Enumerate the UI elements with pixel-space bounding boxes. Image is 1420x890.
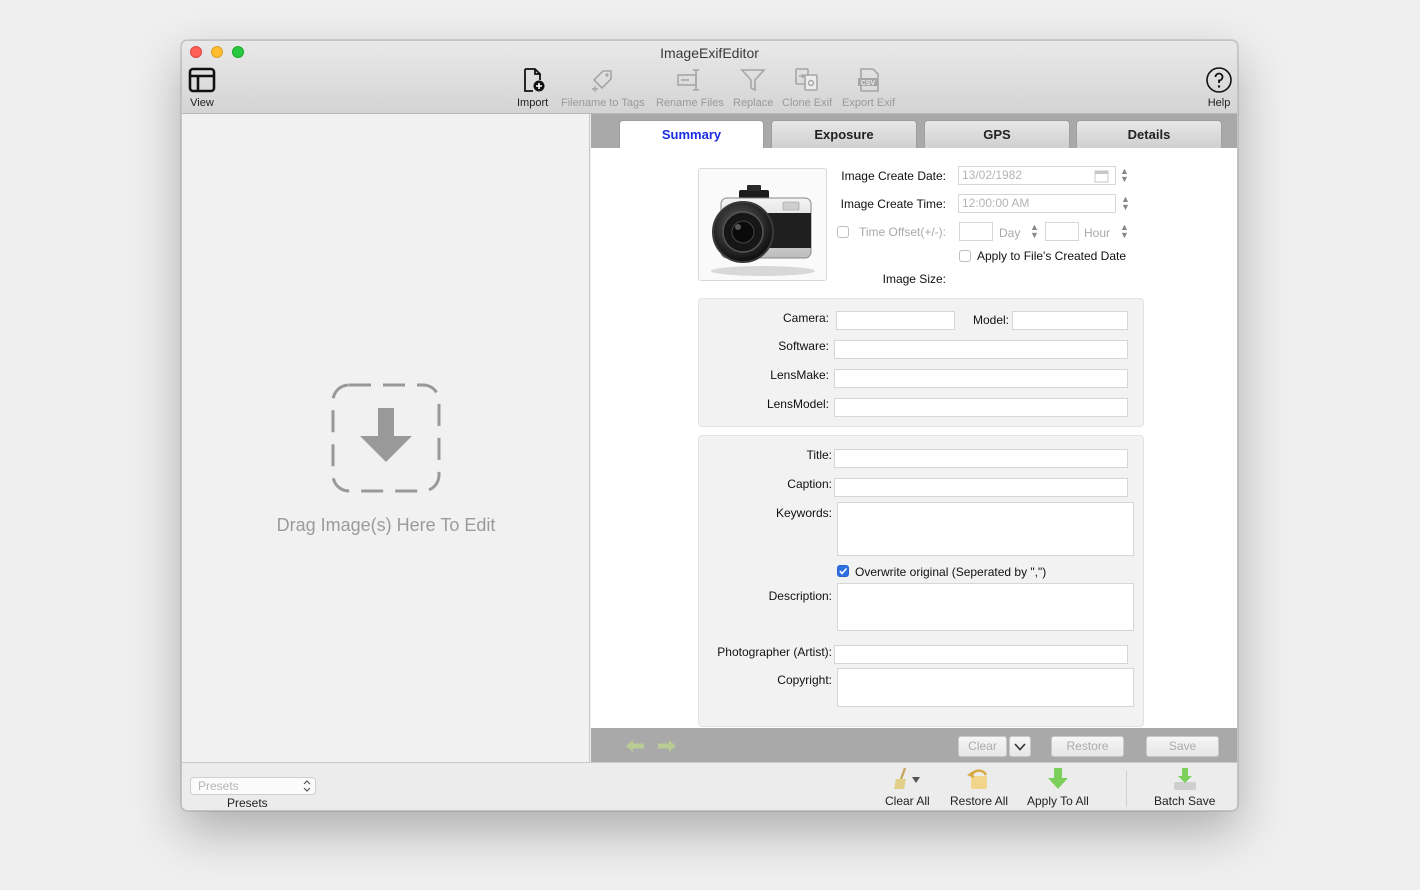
overwrite-label: Overwrite original (Seperated by ",") bbox=[855, 565, 1047, 579]
create-date-stepper[interactable]: ▲ ▼ bbox=[1120, 167, 1129, 185]
app-window: ImageExifEditor View Import Filename to … bbox=[181, 40, 1238, 811]
camera-label: Camera: bbox=[782, 311, 829, 325]
model-field[interactable] bbox=[1012, 311, 1128, 330]
restore-button[interactable]: Restore bbox=[1051, 736, 1124, 757]
day-label: Day bbox=[999, 226, 1021, 240]
export-exif-button[interactable]: CSV Export Exif bbox=[842, 65, 895, 109]
create-time-stepper[interactable]: ▲ ▼ bbox=[1121, 195, 1130, 213]
caption-field[interactable] bbox=[834, 478, 1128, 497]
toolbar: ImageExifEditor View Import Filename to … bbox=[182, 41, 1237, 114]
clone-files-icon bbox=[793, 65, 821, 95]
photographer-label: Photographer (Artist): bbox=[717, 645, 832, 659]
import-file-icon bbox=[519, 65, 547, 95]
model-label: Model: bbox=[972, 313, 1009, 327]
batch-save-button[interactable]: Batch Save bbox=[1154, 767, 1215, 808]
software-label: Software: bbox=[778, 339, 829, 353]
restore-all-button[interactable]: Restore All bbox=[950, 767, 1008, 808]
apply-file-date-label: Apply to File's Created Date bbox=[977, 249, 1127, 263]
tab-gps[interactable]: GPS bbox=[924, 120, 1070, 148]
sidebar-layout-icon bbox=[188, 65, 216, 95]
undo-restore-icon bbox=[967, 769, 988, 789]
updown-chevron-icon bbox=[303, 780, 311, 792]
save-button[interactable]: Save bbox=[1146, 736, 1219, 757]
hour-stepper[interactable]: ▲ ▼ bbox=[1120, 223, 1129, 241]
day-stepper[interactable]: ▲ ▼ bbox=[1030, 223, 1039, 241]
broom-icon bbox=[894, 767, 921, 789]
help-button[interactable]: Help bbox=[1205, 65, 1233, 109]
create-time-field[interactable]: 12:00:00 AM bbox=[958, 194, 1116, 213]
apply-to-all-button[interactable]: Apply To All bbox=[1027, 767, 1089, 808]
overwrite-checkbox[interactable] bbox=[837, 565, 849, 577]
footer-separator bbox=[1126, 771, 1127, 807]
tag-icon bbox=[589, 65, 617, 95]
photographer-field[interactable] bbox=[834, 645, 1128, 664]
download-tray-icon bbox=[1173, 768, 1196, 790]
title-field[interactable] bbox=[834, 449, 1128, 468]
keywords-label: Keywords: bbox=[775, 506, 832, 520]
export-csv-icon: CSV bbox=[855, 65, 883, 95]
summary-panel: Image Create Date: 13/02/1982 ▲ ▼ Image C… bbox=[591, 148, 1237, 728]
title-label: Title: bbox=[806, 448, 832, 462]
create-date-field[interactable]: 13/02/1982 bbox=[958, 166, 1116, 185]
apply-file-date-checkbox[interactable] bbox=[959, 250, 971, 262]
copyright-textarea[interactable] bbox=[837, 668, 1134, 707]
image-thumbnail[interactable] bbox=[698, 168, 827, 281]
rename-files-button[interactable]: Rename Files bbox=[656, 65, 724, 109]
clear-button[interactable]: Clear bbox=[958, 736, 1007, 757]
tab-details[interactable]: Details bbox=[1076, 120, 1222, 148]
green-down-arrow-icon bbox=[1047, 768, 1068, 789]
download-arrow-icon bbox=[330, 382, 442, 497]
presets-label: Presets bbox=[227, 796, 268, 810]
copyright-label: Copyright: bbox=[777, 673, 832, 687]
camera-field[interactable] bbox=[836, 311, 955, 330]
clear-all-button[interactable]: Clear All bbox=[885, 767, 930, 808]
footer-bar: Presets Presets Clear All Restore All Ap… bbox=[182, 762, 1237, 810]
next-arrow-icon[interactable] bbox=[657, 739, 677, 753]
lensmodel-label: LensModel: bbox=[766, 397, 829, 411]
time-offset-checkbox[interactable] bbox=[837, 226, 849, 238]
filter-funnel-icon bbox=[739, 65, 767, 95]
description-label: Description: bbox=[768, 589, 832, 603]
lensmake-label: LensMake: bbox=[770, 368, 829, 382]
create-time-label: Image Create Time: bbox=[840, 197, 946, 211]
clone-exif-button[interactable]: Clone Exif bbox=[782, 65, 832, 109]
previous-arrow-icon[interactable] bbox=[625, 739, 645, 753]
rename-cursor-icon bbox=[676, 65, 704, 95]
time-offset-label: Time Offset(+/-): bbox=[859, 225, 947, 239]
clear-menu-button[interactable] bbox=[1009, 736, 1031, 757]
window-title: ImageExifEditor bbox=[660, 45, 759, 61]
create-date-label: Image Create Date: bbox=[841, 169, 946, 183]
image-drop-zone[interactable]: Drag Image(s) Here To Edit bbox=[182, 114, 590, 762]
software-field[interactable] bbox=[834, 340, 1128, 359]
replace-button[interactable]: Replace bbox=[733, 65, 773, 109]
presets-popup[interactable]: Presets bbox=[190, 777, 316, 795]
tab-summary[interactable]: Summary bbox=[619, 120, 764, 148]
csv-badge-text: CSV bbox=[860, 80, 875, 87]
caption-label: Caption: bbox=[787, 477, 832, 491]
chevron-down-icon bbox=[1014, 743, 1026, 751]
help-question-icon bbox=[1205, 65, 1233, 95]
day-offset-field[interactable] bbox=[959, 222, 993, 241]
metadata-group: Title: Caption: Keywords: Overwrite orig… bbox=[698, 435, 1144, 727]
calendar-icon[interactable] bbox=[1094, 169, 1109, 183]
hour-offset-field[interactable] bbox=[1045, 222, 1079, 241]
hour-label: Hour bbox=[1084, 226, 1111, 240]
editor-pane: Summary Exposure GPS Details Image Creat… bbox=[591, 114, 1237, 762]
lensmake-field[interactable] bbox=[834, 369, 1128, 388]
camera-icon bbox=[711, 185, 815, 276]
view-button[interactable]: View bbox=[188, 65, 216, 109]
drop-hint-text: Drag Image(s) Here To Edit bbox=[276, 515, 496, 535]
image-size-label: Image Size: bbox=[882, 272, 946, 286]
keywords-textarea[interactable] bbox=[837, 502, 1134, 556]
filename-to-tags-button[interactable]: Filename to Tags bbox=[561, 65, 645, 109]
tab-exposure[interactable]: Exposure bbox=[771, 120, 917, 148]
import-button[interactable]: Import bbox=[517, 65, 548, 109]
tab-bar: Summary Exposure GPS Details bbox=[591, 114, 1237, 148]
lensmodel-field[interactable] bbox=[834, 398, 1128, 417]
description-textarea[interactable] bbox=[837, 583, 1134, 631]
checkmark-icon bbox=[839, 567, 848, 575]
camera-info-group: Camera: Model: Software: LensMake: LensM… bbox=[698, 298, 1144, 427]
editor-action-bar: Clear Restore Save bbox=[591, 728, 1237, 762]
